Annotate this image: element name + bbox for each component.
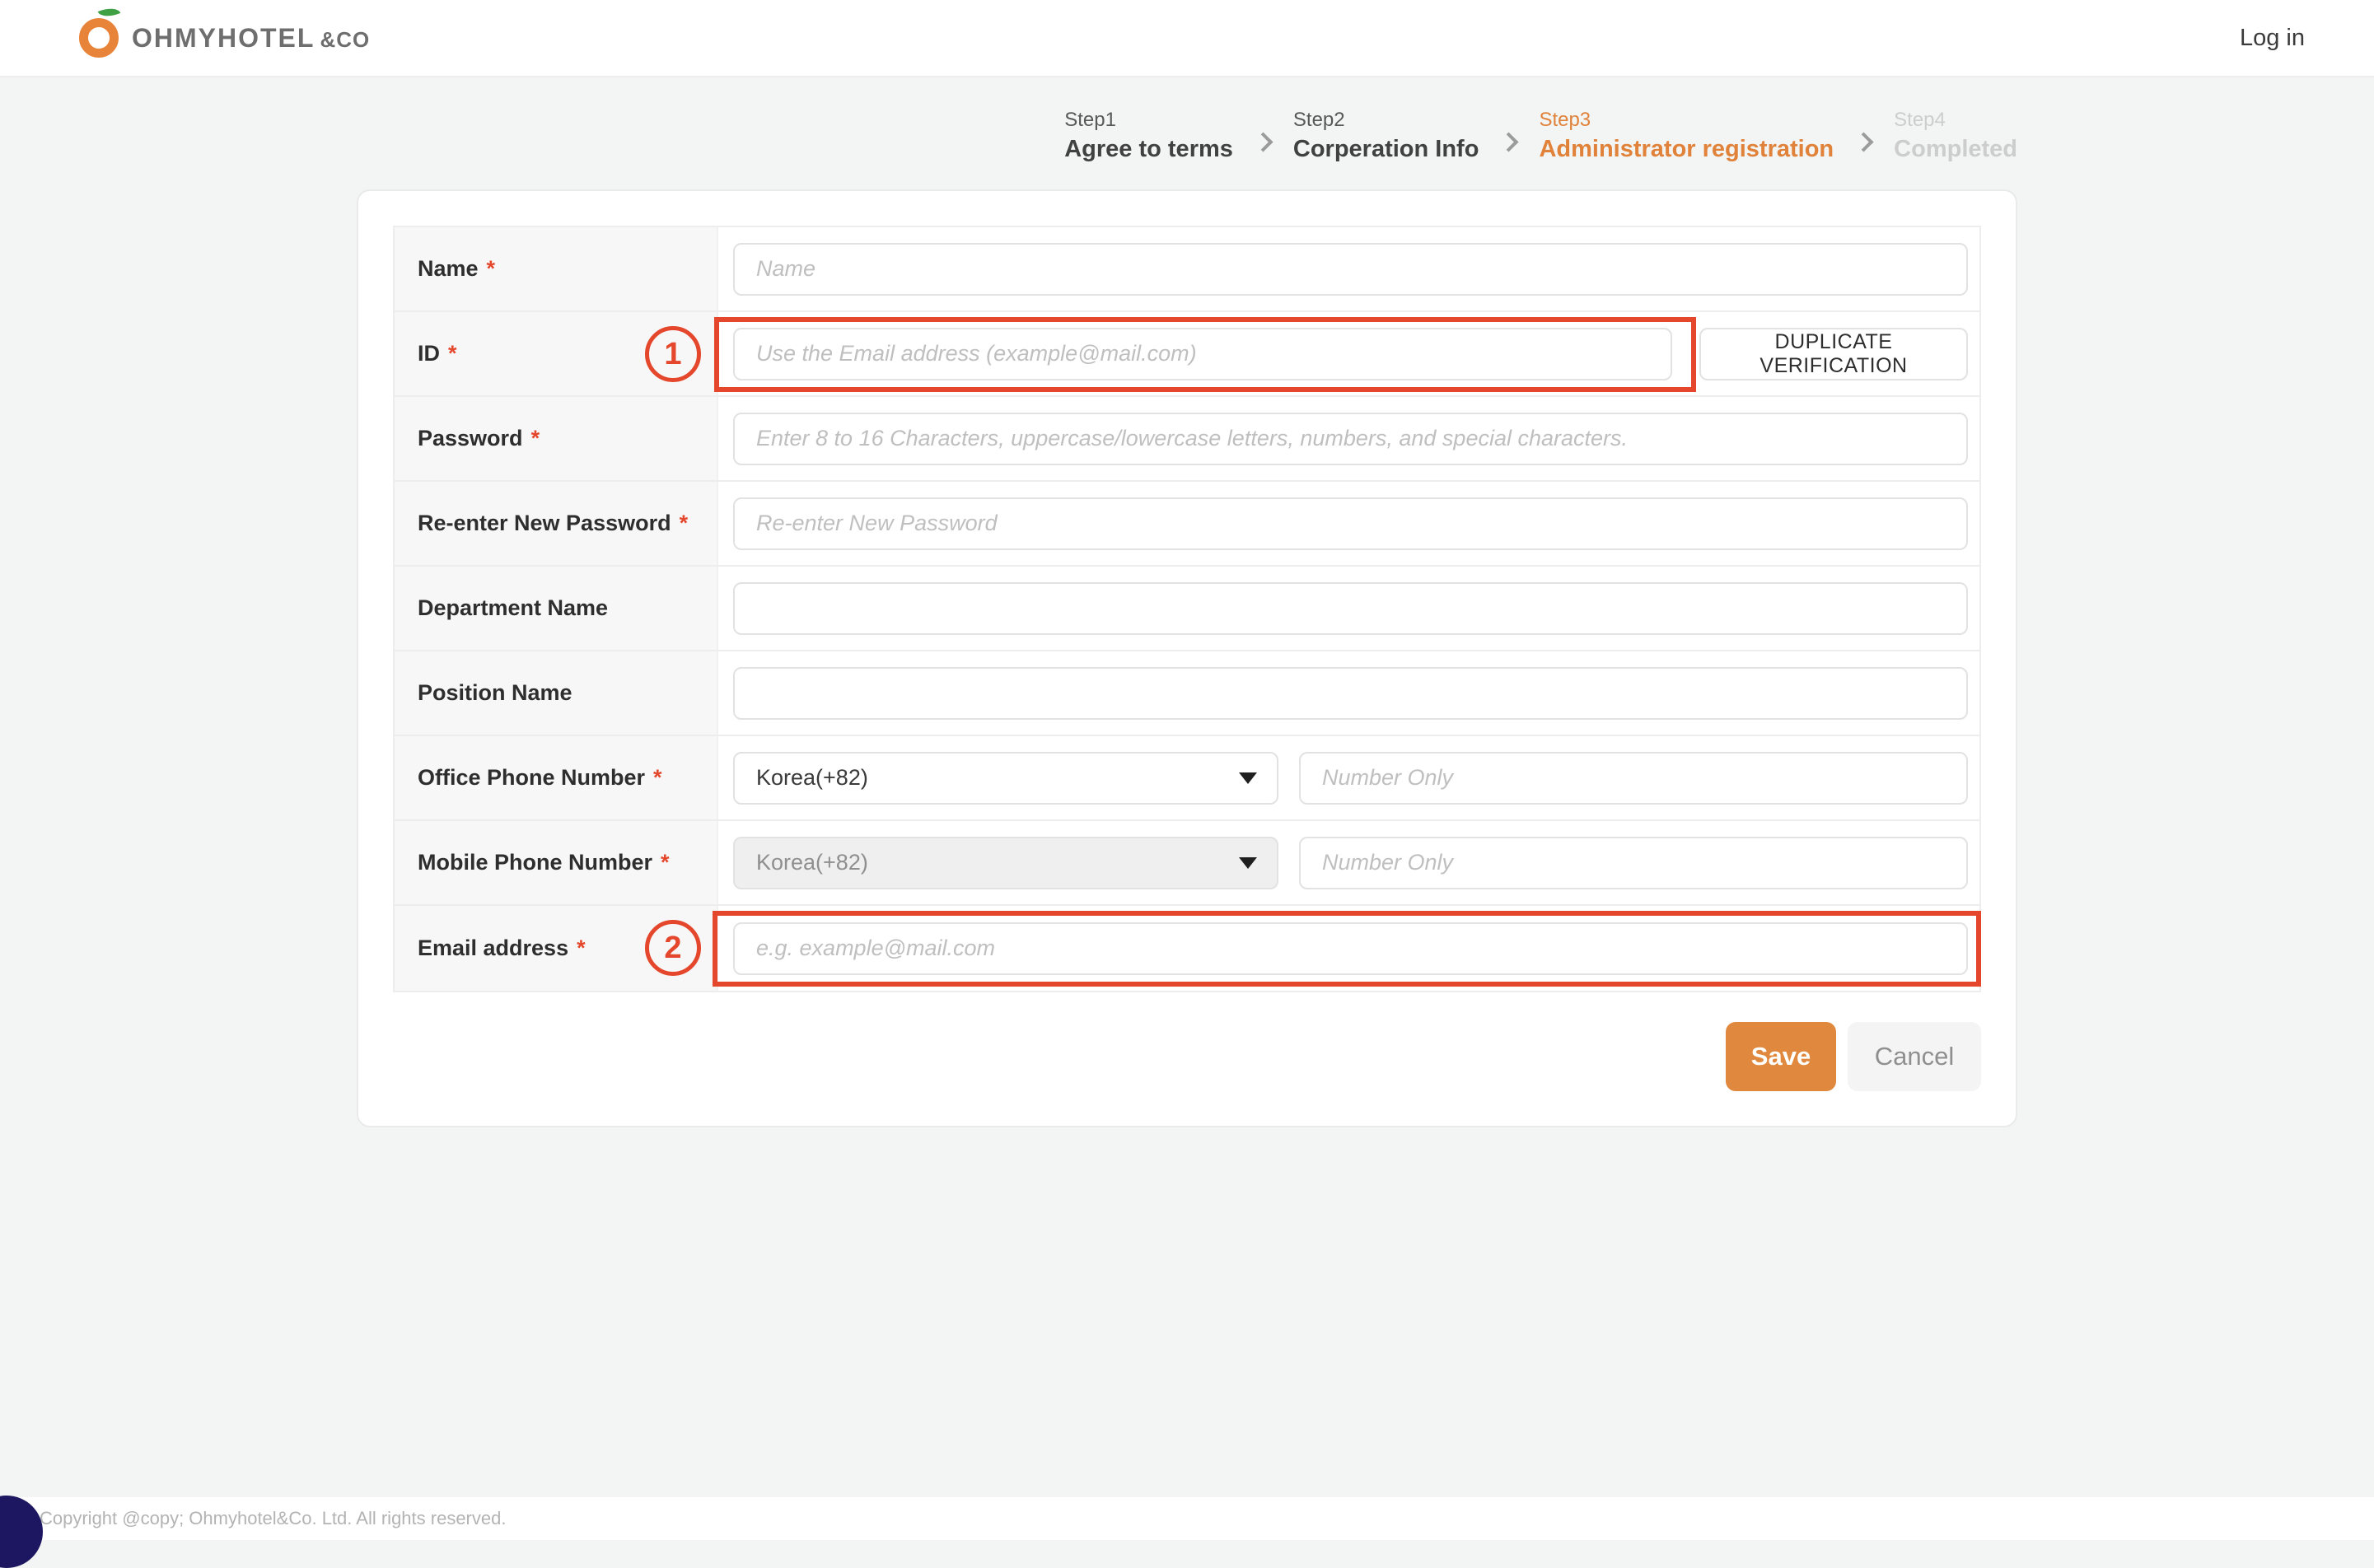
required-asterisk: * — [680, 511, 689, 536]
step3-number: Step3 — [1539, 109, 1834, 132]
password-label: Password — [418, 426, 523, 451]
step2-number: Step2 — [1293, 109, 1479, 132]
position-name-label-cell: Position Name — [395, 651, 718, 735]
step-indicator: Step1 Agree to terms Step2 Corperation I… — [357, 109, 2017, 163]
mobile-phone-number-input[interactable] — [1299, 837, 1968, 889]
password-input[interactable] — [733, 413, 1968, 465]
chevron-right-icon — [1499, 132, 1519, 152]
cancel-button[interactable]: Cancel — [1848, 1022, 1981, 1091]
step1-label: Agree to terms — [1064, 136, 1233, 163]
password-label-cell: Password * — [395, 397, 718, 480]
office-phone-country-value: Korea(+82) — [756, 765, 868, 791]
step-completed: Step4 Completed — [1894, 109, 2017, 163]
required-asterisk: * — [531, 426, 540, 451]
save-button[interactable]: Save — [1726, 1022, 1836, 1091]
logo-text-main: OHMYHOTEL — [132, 23, 315, 54]
row-email-address: Email address * 2 — [395, 906, 1979, 991]
row-password: Password * — [395, 397, 1979, 482]
step-agree-to-terms: Step1 Agree to terms — [1064, 109, 1233, 163]
annotation-circle-2: 2 — [645, 920, 701, 976]
email-label: Email address — [418, 936, 568, 961]
reenter-password-label: Re-enter New Password — [418, 511, 671, 536]
logo-text-sub: &CO — [320, 27, 370, 53]
row-position-name: Position Name — [395, 651, 1979, 736]
mobile-phone-country-select[interactable]: Korea(+82) — [733, 837, 1278, 889]
logo[interactable]: OHMYHOTEL &CO — [79, 18, 370, 58]
step-administrator-registration: Step3 Administrator registration — [1539, 109, 1834, 163]
required-asterisk: * — [487, 256, 496, 282]
orange-logo-icon — [79, 18, 119, 58]
name-label-cell: Name * — [395, 227, 718, 310]
corner-blob-decoration — [0, 1496, 43, 1568]
duplicate-verification-button[interactable]: DUPLICATE VERIFICATION — [1699, 328, 1968, 380]
office-phone-label-cell: Office Phone Number * — [395, 736, 718, 819]
caret-down-icon — [1239, 772, 1257, 784]
footer: Copyright @copy; Ohmyhotel&Co. Ltd. All … — [0, 1497, 2374, 1540]
department-name-label: Department Name — [418, 595, 608, 621]
step1-number: Step1 — [1064, 109, 1233, 132]
row-mobile-phone: Mobile Phone Number * Korea(+82) — [395, 821, 1979, 906]
position-name-label: Position Name — [418, 680, 572, 706]
step4-label: Completed — [1894, 136, 2017, 163]
login-link[interactable]: Log in — [2240, 25, 2305, 52]
department-name-label-cell: Department Name — [395, 567, 718, 650]
office-phone-number-input[interactable] — [1299, 752, 1968, 805]
required-asterisk: * — [653, 765, 662, 791]
reenter-password-input[interactable] — [733, 497, 1968, 550]
office-phone-country-select[interactable]: Korea(+82) — [733, 752, 1278, 805]
caret-down-icon — [1239, 857, 1257, 869]
department-name-input[interactable] — [733, 582, 1968, 635]
email-input[interactable] — [733, 922, 1968, 975]
row-office-phone: Office Phone Number * Korea(+82) — [395, 736, 1979, 821]
mobile-phone-label-cell: Mobile Phone Number * — [395, 821, 718, 904]
required-asterisk: * — [577, 936, 586, 961]
content-shell: Step1 Agree to terms Step2 Corperation I… — [357, 79, 2017, 1127]
logo-text: OHMYHOTEL &CO — [132, 23, 370, 54]
form-actions: Save Cancel — [393, 1022, 1981, 1091]
chevron-right-icon — [1253, 132, 1273, 152]
name-label: Name — [418, 256, 479, 282]
mobile-phone-label: Mobile Phone Number — [418, 850, 652, 875]
registration-card: Name * ID * DUPLICATE VERIFICATION 1 — [357, 189, 2017, 1127]
row-department-name: Department Name — [395, 567, 1979, 651]
chevron-right-icon — [1854, 132, 1874, 152]
row-reenter-password: Re-enter New Password * — [395, 482, 1979, 567]
step2-label: Corperation Info — [1293, 136, 1479, 163]
position-name-input[interactable] — [733, 667, 1968, 720]
copyright-text: Copyright @copy; Ohmyhotel&Co. Ltd. All … — [40, 1508, 506, 1529]
registration-form-table: Name * ID * DUPLICATE VERIFICATION 1 — [393, 226, 1981, 992]
id-input[interactable] — [733, 328, 1672, 380]
id-label: ID — [418, 341, 440, 366]
office-phone-label: Office Phone Number — [418, 765, 645, 791]
step3-label: Administrator registration — [1539, 136, 1834, 163]
required-asterisk: * — [448, 341, 457, 366]
row-name: Name * — [395, 227, 1979, 312]
mobile-phone-country-value: Korea(+82) — [756, 850, 868, 875]
required-asterisk: * — [661, 850, 670, 875]
annotation-circle-1: 1 — [645, 326, 701, 382]
reenter-password-label-cell: Re-enter New Password * — [395, 482, 718, 565]
row-id: ID * DUPLICATE VERIFICATION 1 — [395, 312, 1979, 397]
name-input[interactable] — [733, 243, 1968, 296]
step-corperation-info: Step2 Corperation Info — [1293, 109, 1479, 163]
top-bar: OHMYHOTEL &CO Log in — [0, 0, 2374, 77]
step4-number: Step4 — [1894, 109, 2017, 132]
